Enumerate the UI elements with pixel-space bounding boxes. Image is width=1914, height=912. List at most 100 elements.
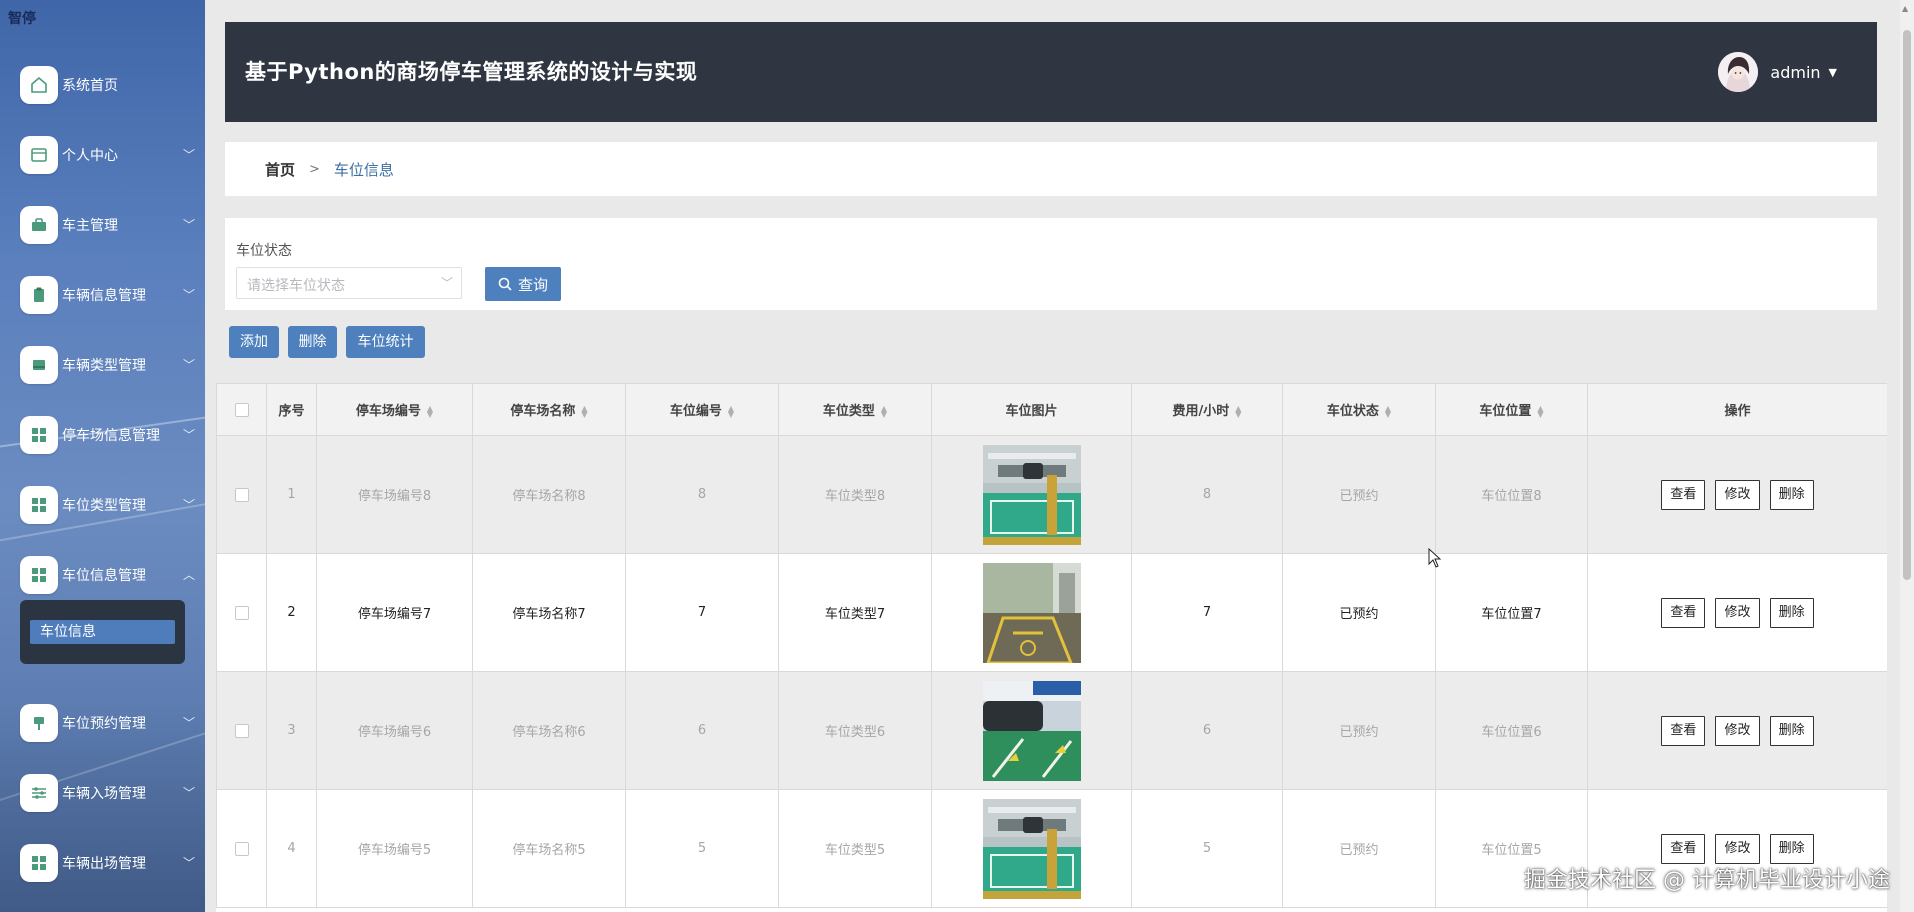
- chevron-down-icon: ﹀: [440, 276, 453, 290]
- chevron-down-icon: ﹀: [182, 786, 195, 800]
- clipboard-icon: [20, 276, 58, 314]
- column-header[interactable]: 费用/小时 ▲ ▼: [1131, 383, 1283, 436]
- id-card-icon: [20, 136, 58, 174]
- chevron-down-icon: ﹀: [182, 218, 195, 232]
- chevron-up-icon: ︿: [182, 568, 195, 582]
- sidebar-item-space-reservation[interactable]: 车位预约管理 ﹀: [0, 688, 205, 758]
- row-checkbox[interactable]: [234, 723, 249, 738]
- actions-cell: 查看 修改 删除: [1587, 671, 1887, 790]
- select-all-cell: [216, 383, 267, 436]
- column-header[interactable]: 停车场名称 ▲ ▼: [472, 383, 626, 436]
- scroll-up-icon[interactable]: ▲: [1902, 4, 1908, 13]
- lot-name-cell: 停车场名称5: [472, 789, 626, 908]
- sidebar-menu: 系统首页 个人中心 ﹀ 车主管理 ﹀ 车辆信息管理 ﹀ 车辆类型管理 ﹀ 停车场…: [0, 50, 205, 898]
- sort-icon[interactable]: ▲ ▼: [581, 404, 587, 418]
- sidebar-item-label: 车辆出场管理: [62, 856, 146, 872]
- select-all-checkbox[interactable]: [234, 402, 249, 417]
- sidebar-item-space-type[interactable]: 车位类型管理 ﹀: [0, 470, 205, 540]
- sidebar-item-home[interactable]: 系统首页: [0, 50, 205, 120]
- column-header[interactable]: 车位编号 ▲ ▼: [625, 383, 779, 436]
- row-delete-button[interactable]: 删除: [1769, 833, 1814, 864]
- folder-icon: [20, 346, 58, 384]
- fee-cell: 8: [1131, 435, 1283, 554]
- chevron-down-icon: ﹀: [182, 498, 195, 512]
- table-header-row: 序号 停车场编号 ▲ ▼ 停车场名称 ▲ ▼ 车位编号 ▲ ▼ 车位类型 ▲ ▼ 车位图片 费用…: [216, 383, 1887, 436]
- table-row: 2 停车场编号7 停车场名称7 7 车位类型7 7 已预约 车位位置7 查看 修…: [216, 553, 1887, 672]
- sidebar-item-personal-center[interactable]: 个人中心 ﹀: [0, 120, 205, 190]
- chevron-down-icon: ﹀: [182, 148, 195, 162]
- status-cell: 已预约: [1282, 435, 1436, 554]
- column-header[interactable]: 停车场编号 ▲ ▼: [316, 383, 473, 436]
- status-select-placeholder: 请选择车位状态: [247, 278, 345, 294]
- username: admin: [1770, 62, 1821, 82]
- sidebar-subitem-space-info[interactable]: 车位信息: [30, 620, 175, 644]
- sort-icon[interactable]: ▲ ▼: [1235, 404, 1241, 418]
- space-stats-button[interactable]: 车位统计: [346, 326, 425, 358]
- view-button[interactable]: 查看: [1661, 597, 1706, 628]
- scrollbar-thumb[interactable]: [1903, 30, 1911, 580]
- view-button[interactable]: 查看: [1661, 833, 1706, 864]
- actions-cell: 查看 修改 删除: [1587, 553, 1887, 672]
- sidebar-item-label: 车辆信息管理: [62, 288, 146, 304]
- delete-button[interactable]: 删除: [288, 326, 337, 358]
- fee-cell: 5: [1131, 789, 1283, 908]
- sidebar-item-vehicle-exit[interactable]: 车辆出场管理 ﹀: [0, 828, 205, 898]
- edit-button[interactable]: 修改: [1715, 715, 1760, 746]
- sort-icon[interactable]: ▲ ▼: [728, 404, 734, 418]
- sort-icon[interactable]: ▲ ▼: [427, 404, 433, 418]
- row-checkbox[interactable]: [234, 487, 249, 502]
- status-select[interactable]: 请选择车位状态 ﹀: [236, 267, 462, 299]
- row-checkbox[interactable]: [234, 841, 249, 856]
- column-header[interactable]: 车位状态 ▲ ▼: [1282, 383, 1436, 436]
- sort-icon[interactable]: ▲ ▼: [881, 404, 887, 418]
- lot-name-cell: 停车场名称7: [472, 553, 626, 672]
- column-header[interactable]: 车位类型 ▲ ▼: [778, 383, 932, 436]
- space-image-cell: [931, 553, 1132, 672]
- sidebar-item-vehicle-type[interactable]: 车辆类型管理 ﹀: [0, 330, 205, 400]
- edit-button[interactable]: 修改: [1715, 597, 1760, 628]
- sidebar-item-vehicle-entry[interactable]: 车辆入场管理 ﹀: [0, 758, 205, 828]
- parking-space-image[interactable]: [982, 798, 1081, 899]
- edit-button[interactable]: 修改: [1715, 479, 1760, 510]
- sidebar-item-vehicle-info[interactable]: 车辆信息管理 ﹀: [0, 260, 205, 330]
- user-menu[interactable]: admin ▼: [1718, 52, 1837, 92]
- search-panel: 车位状态 请选择车位状态 ﹀ 查询: [225, 218, 1877, 310]
- sort-icon[interactable]: ▲ ▼: [1537, 404, 1543, 418]
- row-checkbox[interactable]: [234, 605, 249, 620]
- sidebar-item-label: 车位信息管理: [62, 568, 146, 584]
- row-select-cell: [216, 435, 267, 554]
- lot-name-cell: 停车场名称6: [472, 671, 626, 790]
- row-delete-button[interactable]: 删除: [1769, 597, 1814, 628]
- status-filter-label: 车位状态: [236, 243, 292, 259]
- view-button[interactable]: 查看: [1661, 715, 1706, 746]
- row-select-cell: [216, 789, 267, 908]
- position-cell: 车位位置8: [1435, 435, 1588, 554]
- query-button[interactable]: 查询: [485, 267, 561, 301]
- chevron-down-icon: ﹀: [182, 716, 195, 730]
- add-button[interactable]: 添加: [229, 326, 279, 358]
- sidebar-item-parking-lot-info[interactable]: 停车场信息管理 ﹀: [0, 400, 205, 470]
- edit-button[interactable]: 修改: [1715, 833, 1760, 864]
- vertical-scrollbar[interactable]: ▲: [1900, 0, 1914, 912]
- table-row: 1 停车场编号8 停车场名称8 8 车位类型8 8 已预约 车位位置8 查看 修…: [216, 435, 1887, 554]
- view-button[interactable]: 查看: [1661, 479, 1706, 510]
- caret-down-icon: ▼: [1828, 65, 1837, 79]
- column-header[interactable]: 车位位置 ▲ ▼: [1435, 383, 1588, 436]
- row-delete-button[interactable]: 删除: [1769, 479, 1814, 510]
- avatar: [1718, 52, 1759, 92]
- breadcrumb-home[interactable]: 首页: [265, 159, 295, 180]
- sort-icon[interactable]: ▲ ▼: [1385, 404, 1391, 418]
- grid-icon: [20, 486, 58, 524]
- status-cell: 已预约: [1282, 553, 1436, 672]
- sidebar-item-owner-management[interactable]: 车主管理 ﹀: [0, 190, 205, 260]
- parking-space-image[interactable]: [982, 680, 1081, 781]
- parking-space-image[interactable]: [982, 444, 1081, 545]
- breadcrumb-current: 车位信息: [333, 160, 394, 179]
- space-type-cell: 车位类型8: [778, 435, 932, 554]
- breadcrumb: 首页 > 车位信息: [225, 142, 1877, 196]
- index-cell: 2: [266, 553, 317, 672]
- mouse-cursor-icon: [1428, 548, 1442, 568]
- row-delete-button[interactable]: 删除: [1769, 715, 1814, 746]
- parking-space-image[interactable]: [982, 562, 1081, 663]
- index-cell: 1: [266, 435, 317, 554]
